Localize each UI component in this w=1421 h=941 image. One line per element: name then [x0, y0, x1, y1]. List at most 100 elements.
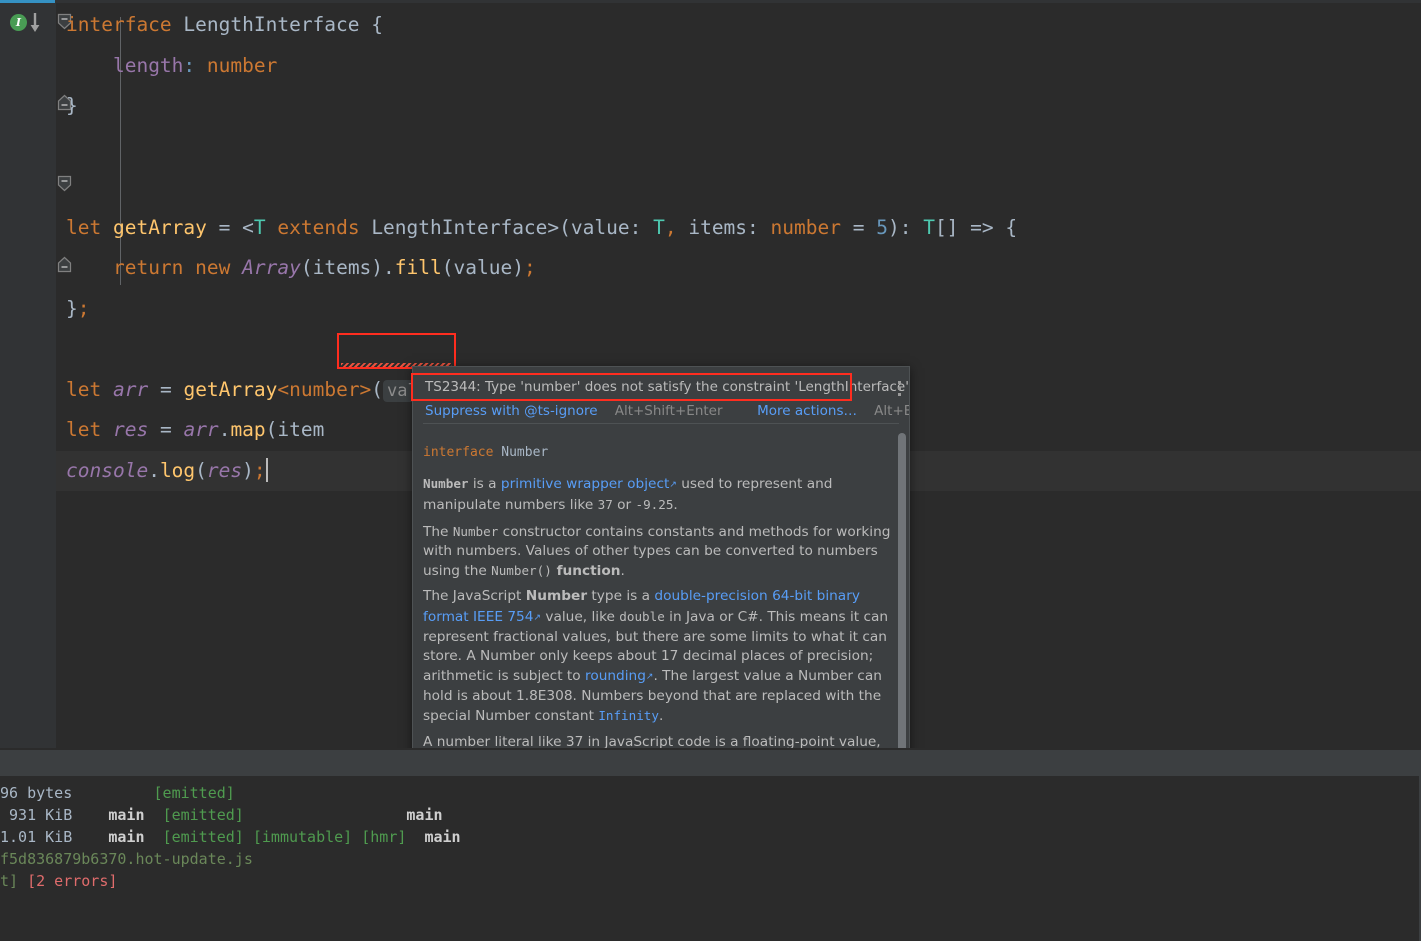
code-line-3[interactable]: } [56, 86, 1421, 127]
interface-marker-icon[interactable]: I [10, 14, 27, 31]
code-token: ; [77, 296, 90, 320]
console-segment: [emitted] [162, 806, 244, 824]
code-token: map [230, 418, 266, 441]
code-token: LengthInterface [371, 215, 548, 239]
code-token: } [66, 296, 78, 320]
console-segment [244, 806, 407, 824]
toolwindow-header[interactable] [0, 750, 1421, 776]
console-segment: f5d836879b6370.hot-update.js [0, 850, 253, 868]
console-segment: main [424, 828, 461, 846]
code-token: fill [394, 256, 442, 279]
editor-gutter[interactable]: I [0, 3, 56, 750]
external-link-icon: ↗ [669, 480, 677, 490]
code-token: let [66, 418, 102, 441]
code-token: res [112, 418, 149, 441]
code-token: arr [183, 418, 219, 441]
code-token: T [253, 215, 266, 239]
console-segment: [emitted] [immutable] [hmr] [162, 828, 407, 846]
console-segment: main [108, 806, 145, 824]
code-token: (item [265, 418, 325, 441]
code-token: console [66, 458, 149, 482]
code-token: >(value: [547, 215, 654, 239]
ide-window: I interface LengthInterface {length: nu… [0, 0, 1421, 941]
tooltip-divider [423, 423, 899, 424]
arrow-down-icon [30, 13, 40, 32]
text-caret [265, 457, 268, 482]
code-token: LengthInterface [183, 13, 360, 36]
code-token: T [653, 215, 665, 239]
code-token: = [840, 215, 877, 239]
code-token: extends [277, 215, 360, 239]
code-token: let [66, 215, 102, 239]
console-line: f5d836879b6370.hot-update.js [0, 848, 1421, 870]
quickfix-actions-row: Suppress with @ts-ignore Alt+Shift+Enter… [423, 399, 909, 421]
code-token: (value) [441, 256, 524, 279]
code-token: interface [66, 13, 172, 36]
console-segment: 96 bytes [0, 784, 73, 802]
code-token: { [359, 13, 384, 36]
doc-paragraph-1: Number is a primitive wrapper object↗ us… [423, 476, 833, 514]
code-line-7[interactable]: return new Array(items).fill(value); [56, 248, 1421, 289]
rounding-link[interactable]: rounding [585, 668, 646, 684]
console-segment [145, 806, 163, 824]
code-token: <number> [277, 377, 372, 401]
code-line-9[interactable] [56, 329, 1421, 370]
code-token: [] => { [934, 215, 1018, 239]
type-signature: interface Number [423, 445, 549, 460]
code-token: ; [523, 256, 536, 279]
tooltip-header: TS2344: Type 'number' does not satisfy t… [413, 367, 909, 428]
code-token: ): [887, 215, 924, 239]
code-token: let [66, 377, 102, 401]
code-token: . [148, 458, 160, 482]
more-actions-link[interactable]: More actions… [757, 403, 857, 419]
code-line-4[interactable] [56, 127, 1421, 168]
code-token: : [183, 53, 196, 77]
code-token: number [206, 53, 278, 77]
tooltip-options-kebab-icon[interactable] [898, 381, 902, 399]
console-line: t] [2 errors] [0, 870, 1421, 892]
code-line-8[interactable]: }; [56, 289, 1421, 330]
console-line: 1.01 KiB main [emitted] [immutable] [hmr… [0, 826, 1421, 848]
code-token: (items). [300, 256, 395, 279]
code-token: return [112, 256, 184, 279]
console-segment: 1.01 KiB [0, 828, 73, 846]
suppress-shortcut-label: Alt+Shift+Enter [614, 403, 723, 419]
code-token: ( [195, 458, 207, 482]
code-token: number [770, 215, 841, 239]
console-segment: main [406, 806, 443, 824]
code-line-1[interactable]: interface LengthInterface { [56, 5, 1421, 46]
console-segment: 931 KiB [0, 806, 73, 824]
console-segment: t] [0, 872, 28, 890]
console-segment [406, 828, 424, 846]
code-token: ; [253, 458, 266, 482]
external-link-icon-2: ↗ [533, 612, 542, 623]
code-token: ( [371, 377, 384, 401]
primitive-wrapper-object-link[interactable]: primitive wrapper object [501, 476, 669, 492]
console-segment: main [108, 828, 145, 846]
code-token: res [206, 458, 243, 482]
code-token: . [218, 418, 231, 441]
code-token: getArray [112, 215, 207, 239]
error-message-text: TS2344: Type 'number' does not satisfy t… [425, 379, 910, 395]
code-token: = [148, 418, 184, 441]
code-token: arr [112, 377, 149, 401]
code-line-6[interactable]: let getArray = <T extends LengthInterfac… [56, 208, 1421, 249]
code-token: length [112, 53, 184, 77]
code-token: , [664, 215, 677, 239]
build-console-output[interactable]: 96 bytes [emitted] 931 KiB main [emitted… [0, 776, 1421, 941]
suppress-ts-ignore-link[interactable]: Suppress with @ts-ignore [425, 403, 598, 419]
code-token: Array [242, 256, 301, 279]
code-token: getArray [183, 377, 278, 401]
doc-paragraph-2: The Number constructor contains constant… [423, 523, 891, 580]
code-line-5[interactable] [56, 167, 1421, 208]
code-line-2[interactable]: length: number [56, 46, 1421, 87]
